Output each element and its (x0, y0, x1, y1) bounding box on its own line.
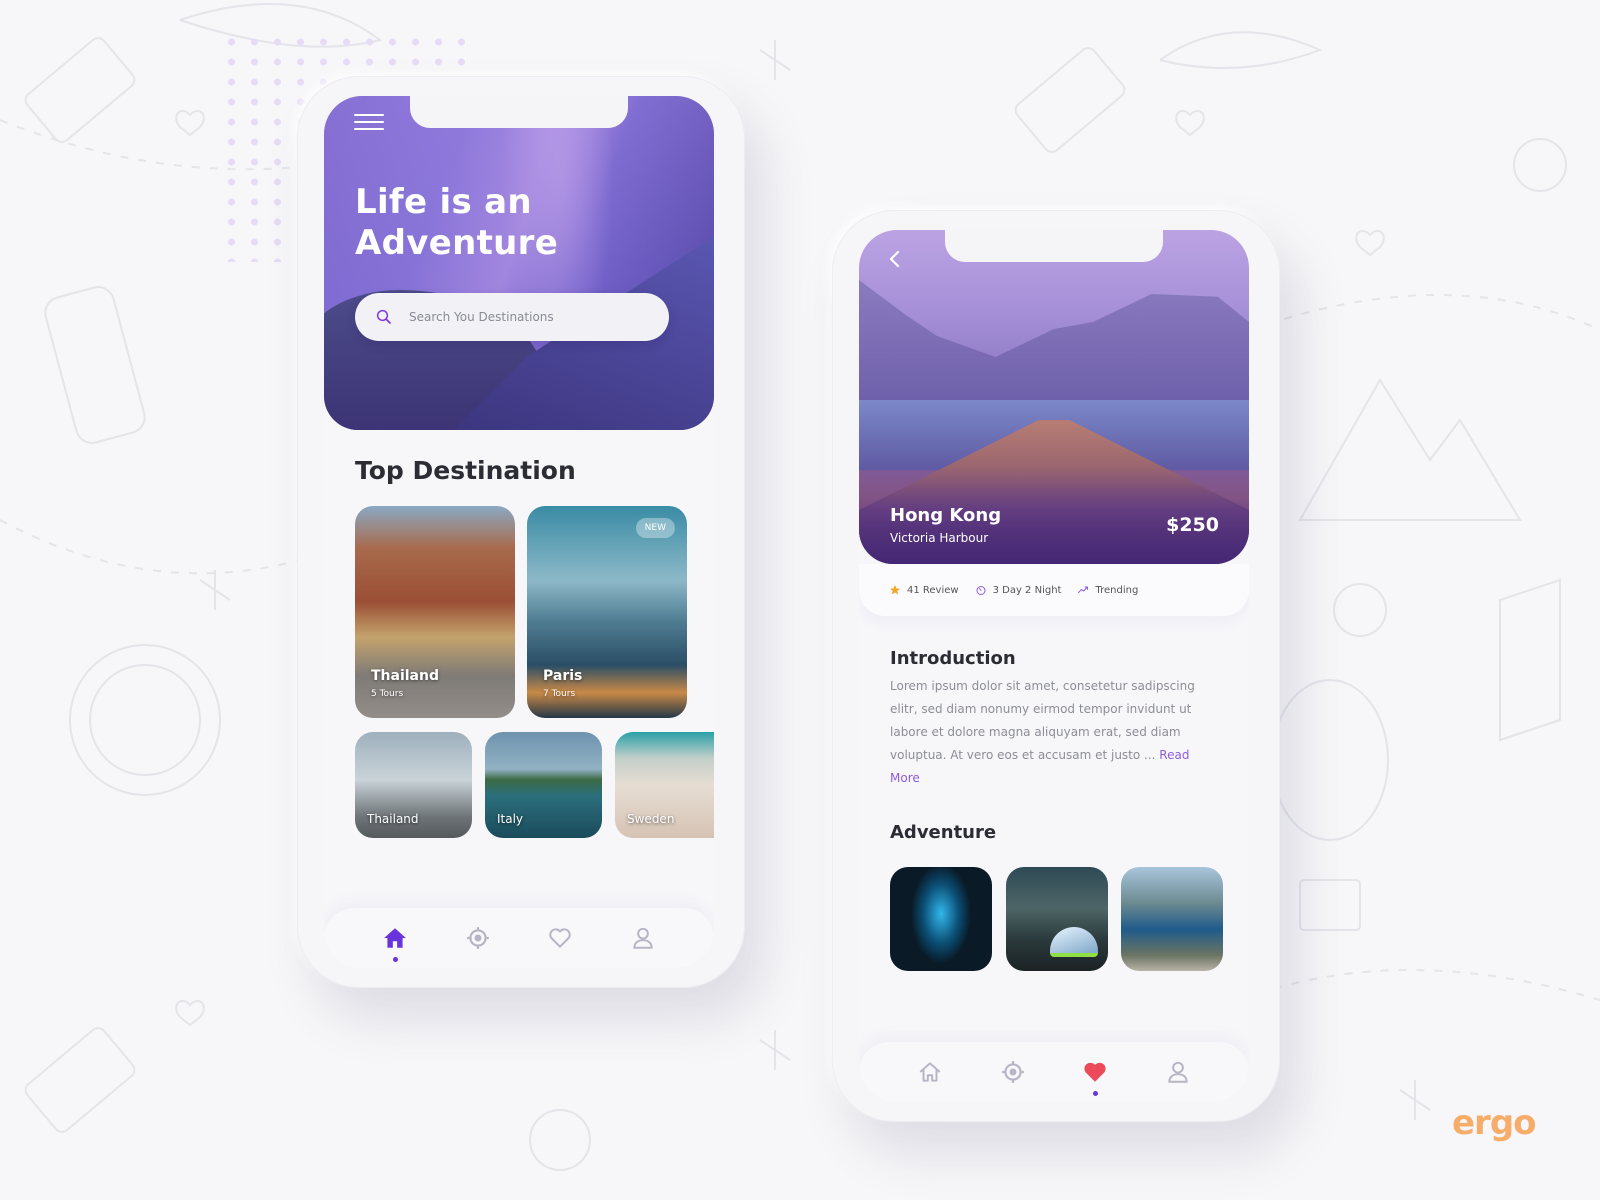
destination-thumb-label: Thailand (367, 812, 419, 826)
hero-mountains (859, 280, 1249, 420)
heart-icon (549, 928, 571, 948)
search-input[interactable] (409, 310, 649, 324)
duration-meta: 3 Day 2 Night (975, 584, 1062, 596)
search-icon (376, 309, 391, 324)
destination-thumb-italy[interactable]: Italy (485, 732, 602, 838)
hero-title-line2: Adventure (355, 223, 559, 263)
tab-profile[interactable] (623, 918, 663, 958)
destination-card-thailand[interactable]: Thailand 5 Tours (355, 506, 515, 718)
brand-logo: ergo (1452, 1103, 1537, 1143)
profile-icon (1168, 1061, 1188, 1083)
tab-favorites[interactable] (1075, 1052, 1115, 1096)
menu-icon[interactable] (354, 114, 384, 136)
reviews-meta[interactable]: 41 Review (889, 584, 959, 596)
detail-screen: Hong Kong Victoria Harbour $250 41 Revie… (859, 230, 1249, 1102)
background-pattern (0, 0, 1600, 1200)
introduction-title: Introduction (890, 648, 1016, 669)
adventure-image-fjord-hiking[interactable] (1121, 867, 1223, 971)
phone-detail: Hong Kong Victoria Harbour $250 41 Revie… (832, 210, 1280, 1122)
destination-thumb-thailand[interactable]: Thailand (355, 732, 472, 838)
tab-location[interactable] (993, 1052, 1033, 1092)
top-destination-title: Top Destination (355, 456, 576, 485)
bottom-tab-bar (324, 908, 714, 968)
detail-hero: Hong Kong Victoria Harbour $250 (859, 230, 1249, 564)
price: $250 (1166, 514, 1219, 536)
destination-thumb-label: Sweden (627, 812, 675, 826)
hero-banner: Life is an Adventure (324, 96, 714, 430)
tab-location[interactable] (458, 918, 498, 958)
destination-name: Thailand (371, 668, 439, 684)
home-icon (384, 928, 407, 948)
hero-title-line1: Life is an (355, 182, 532, 222)
back-arrow-icon[interactable] (885, 248, 905, 270)
destination-name: Paris (543, 668, 583, 684)
tab-home[interactable] (375, 918, 415, 962)
trip-meta-bar: 41 Review 3 Day 2 Night Trending (859, 564, 1249, 616)
tent-graphic (1050, 927, 1098, 957)
location-icon (466, 927, 489, 949)
home-screen: Life is an Adventure Top Destination Tha… (324, 96, 714, 968)
destination-tours: 7 Tours (543, 689, 576, 699)
reviews-count: 41 Review (907, 584, 959, 596)
tab-favorites[interactable] (540, 918, 580, 958)
adventure-image-cave-diving[interactable] (890, 867, 992, 971)
place-name: Hong Kong (890, 505, 1002, 526)
tab-profile[interactable] (1158, 1052, 1198, 1092)
home-icon (919, 1062, 941, 1082)
destination-thumb-label: Italy (497, 812, 524, 826)
duration-text: 3 Day 2 Night (992, 584, 1062, 596)
trending-meta: Trending (1077, 584, 1138, 596)
destination-thumb-sweden[interactable]: Sweden (615, 732, 714, 838)
place-subtitle: Victoria Harbour (890, 531, 989, 545)
location-icon (1001, 1061, 1024, 1083)
introduction-body: Lorem ipsum dolor sit amet, consetetur s… (890, 679, 1195, 762)
trending-icon (1078, 586, 1089, 593)
bottom-tab-bar (859, 1042, 1249, 1102)
phone-notch (410, 96, 628, 128)
profile-icon (633, 927, 653, 949)
adventure-title: Adventure (890, 822, 997, 843)
destination-card-paris[interactable]: NEW Paris 7 Tours (527, 506, 687, 718)
tab-home[interactable] (910, 1052, 950, 1092)
phone-notch (945, 230, 1163, 262)
active-indicator (1093, 1091, 1099, 1096)
active-indicator (393, 957, 399, 962)
new-badge: NEW (635, 518, 675, 538)
adventure-image-night-camping[interactable] (1006, 867, 1108, 971)
search-bar[interactable] (355, 293, 669, 341)
heart-icon (1084, 1062, 1106, 1082)
introduction-text: Lorem ipsum dolor sit amet, consetetur s… (890, 675, 1220, 790)
trending-text: Trending (1095, 584, 1139, 596)
star-icon (890, 585, 900, 595)
phone-home: Life is an Adventure Top Destination Tha… (297, 76, 745, 988)
hero-title: Life is an Adventure (355, 182, 558, 264)
destination-tours: 5 Tours (371, 689, 404, 699)
timer-icon (976, 586, 986, 595)
